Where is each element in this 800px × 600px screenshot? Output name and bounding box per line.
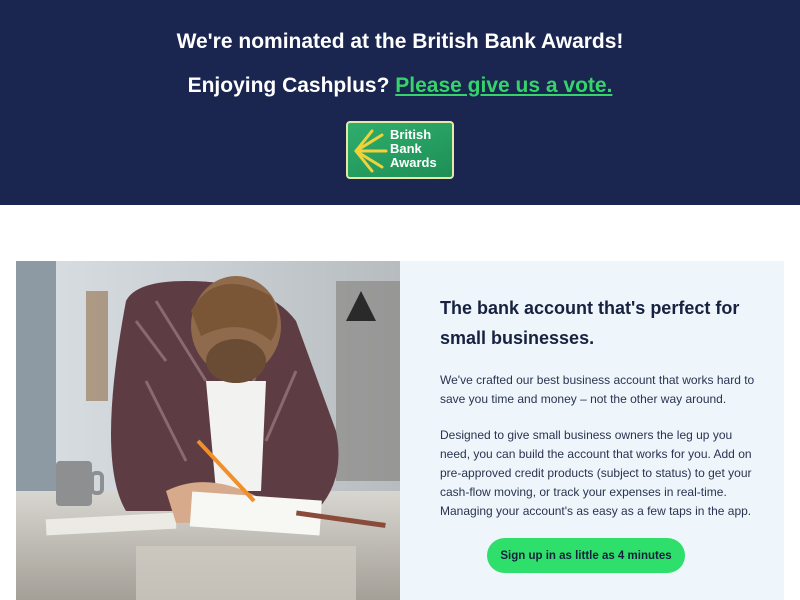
panel-title: The bank account that's perfect for smal… (440, 298, 740, 348)
sunburst-icon (354, 129, 388, 173)
hero-photo (16, 261, 400, 600)
person-writing-illustration (16, 261, 400, 600)
banner-headline: We're nominated at the British Bank Awar… (176, 30, 624, 53)
badge-line: British (390, 127, 432, 142)
badge-text: British Bank Awards (390, 128, 452, 170)
banner-cta-prefix: Enjoying Cashplus? (187, 74, 390, 97)
panel-paragraph: Designed to give small business owners t… (440, 428, 752, 518)
awards-banner: We're nominated at the British Bank Awar… (0, 0, 800, 205)
british-bank-awards-logo: British Bank Awards (346, 121, 454, 179)
feature-panel: The bank account that's perfect for smal… (400, 261, 784, 600)
vote-link[interactable]: Please give us a vote. (395, 74, 612, 97)
banner-cta: Enjoying Cashplus? Please give us a vote… (0, 74, 800, 98)
badge-line: Awards (390, 155, 437, 170)
panel-paragraph: We've crafted our best business account … (440, 373, 755, 406)
signup-button[interactable]: Sign up in as little as 4 minutes (487, 538, 685, 573)
badge-line: Bank (390, 141, 422, 156)
